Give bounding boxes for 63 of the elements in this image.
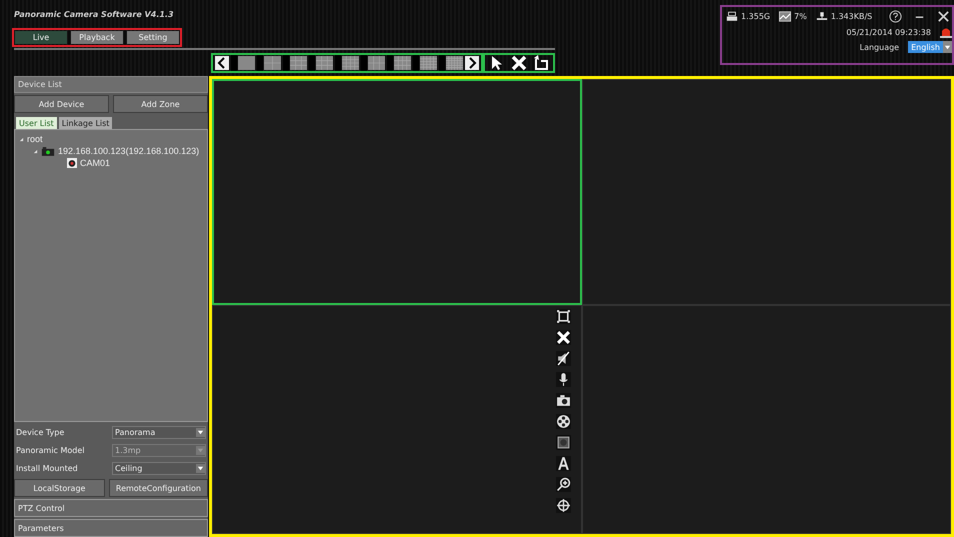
previous-icon[interactable]	[215, 56, 229, 70]
add-button[interactable]: Add Zone	[113, 95, 208, 113]
next-icon[interactable]	[465, 56, 479, 70]
expand-toggle-icon[interactable]	[33, 148, 38, 154]
camera-icon[interactable]	[556, 393, 570, 408]
focus-frame-icon[interactable]	[556, 435, 570, 450]
layout-grid-icon[interactable]	[283, 55, 307, 71]
microphone-icon[interactable]	[556, 372, 570, 387]
setting-dropdown[interactable]: Ceiling	[112, 462, 206, 475]
list-tab[interactable]: User List	[16, 117, 57, 129]
layout-grid-icon[interactable]	[257, 55, 281, 71]
tree-item[interactable]: root	[27, 134, 43, 144]
camera-icon	[67, 158, 77, 168]
storage-button[interactable]: LocalStorage	[14, 479, 105, 497]
layout-grid-icon[interactable]	[309, 55, 333, 71]
layout-grid-icon[interactable]	[361, 55, 385, 71]
section-header[interactable]: PTZ Control	[14, 499, 208, 517]
network-icon	[816, 11, 828, 22]
setting-dropdown[interactable]: Panorama	[112, 426, 206, 439]
tree-item[interactable]: 192.168.100.123(192.168.100.123)	[58, 146, 200, 156]
window-title: Panoramic Camera Software V4.1.3	[14, 10, 175, 19]
device-list-header: Device List	[14, 76, 208, 93]
mode-tab[interactable]: Live	[15, 31, 67, 44]
setting-label: Device Type	[16, 428, 64, 437]
layout-grid-icon[interactable]	[231, 55, 255, 71]
film-reel-icon[interactable]	[556, 414, 570, 429]
date-time: 05/21/2014 09:23:38	[846, 28, 931, 36]
help-icon[interactable]	[889, 10, 902, 23]
network-speed: 1.343KB/S	[830, 12, 872, 21]
camera-device-icon	[41, 146, 55, 156]
layout-grid-icon[interactable]	[387, 55, 411, 71]
video-pane[interactable]	[212, 79, 582, 305]
expand-toggle-icon[interactable]	[19, 136, 24, 142]
layout-grid-icon[interactable]	[335, 55, 359, 71]
add-button[interactable]: Add Device	[14, 95, 109, 113]
setting-label: Install Mounted	[16, 464, 78, 473]
fullscreen-icon[interactable]	[556, 309, 570, 324]
rotate-icon[interactable]	[533, 55, 549, 71]
layout-grid-icon[interactable]	[413, 55, 437, 71]
mode-tab[interactable]: Setting	[127, 31, 179, 44]
caret-icon	[944, 44, 951, 50]
mode-tab[interactable]: Playback	[71, 31, 123, 44]
setting-label: Panoramic Model	[16, 446, 84, 455]
language-label: Language	[860, 42, 900, 52]
section-header[interactable]: Parameters	[14, 519, 208, 537]
zoom-in-icon[interactable]	[556, 477, 570, 492]
close-icon[interactable]	[937, 10, 950, 23]
caret-icon	[197, 447, 204, 454]
disk-usage: 1.355G	[741, 12, 770, 21]
caret-icon	[197, 429, 204, 436]
disk-icon	[726, 11, 738, 22]
chart-icon	[779, 11, 792, 22]
caret-icon	[197, 465, 204, 472]
crosshair-icon[interactable]	[556, 498, 570, 513]
cpu-usage: 7%	[794, 12, 807, 21]
alarm-light-icon[interactable]	[940, 26, 952, 38]
language-dropdown[interactable]: English	[908, 41, 952, 53]
text-icon[interactable]	[556, 456, 570, 471]
layout-grid-icon[interactable]	[439, 55, 463, 71]
tree-item[interactable]: CAM01	[80, 158, 110, 168]
mute-icon[interactable]	[556, 351, 570, 366]
list-tab[interactable]: Linkage List	[58, 117, 112, 129]
storage-button[interactable]: RemoteConfiguration	[108, 479, 208, 497]
